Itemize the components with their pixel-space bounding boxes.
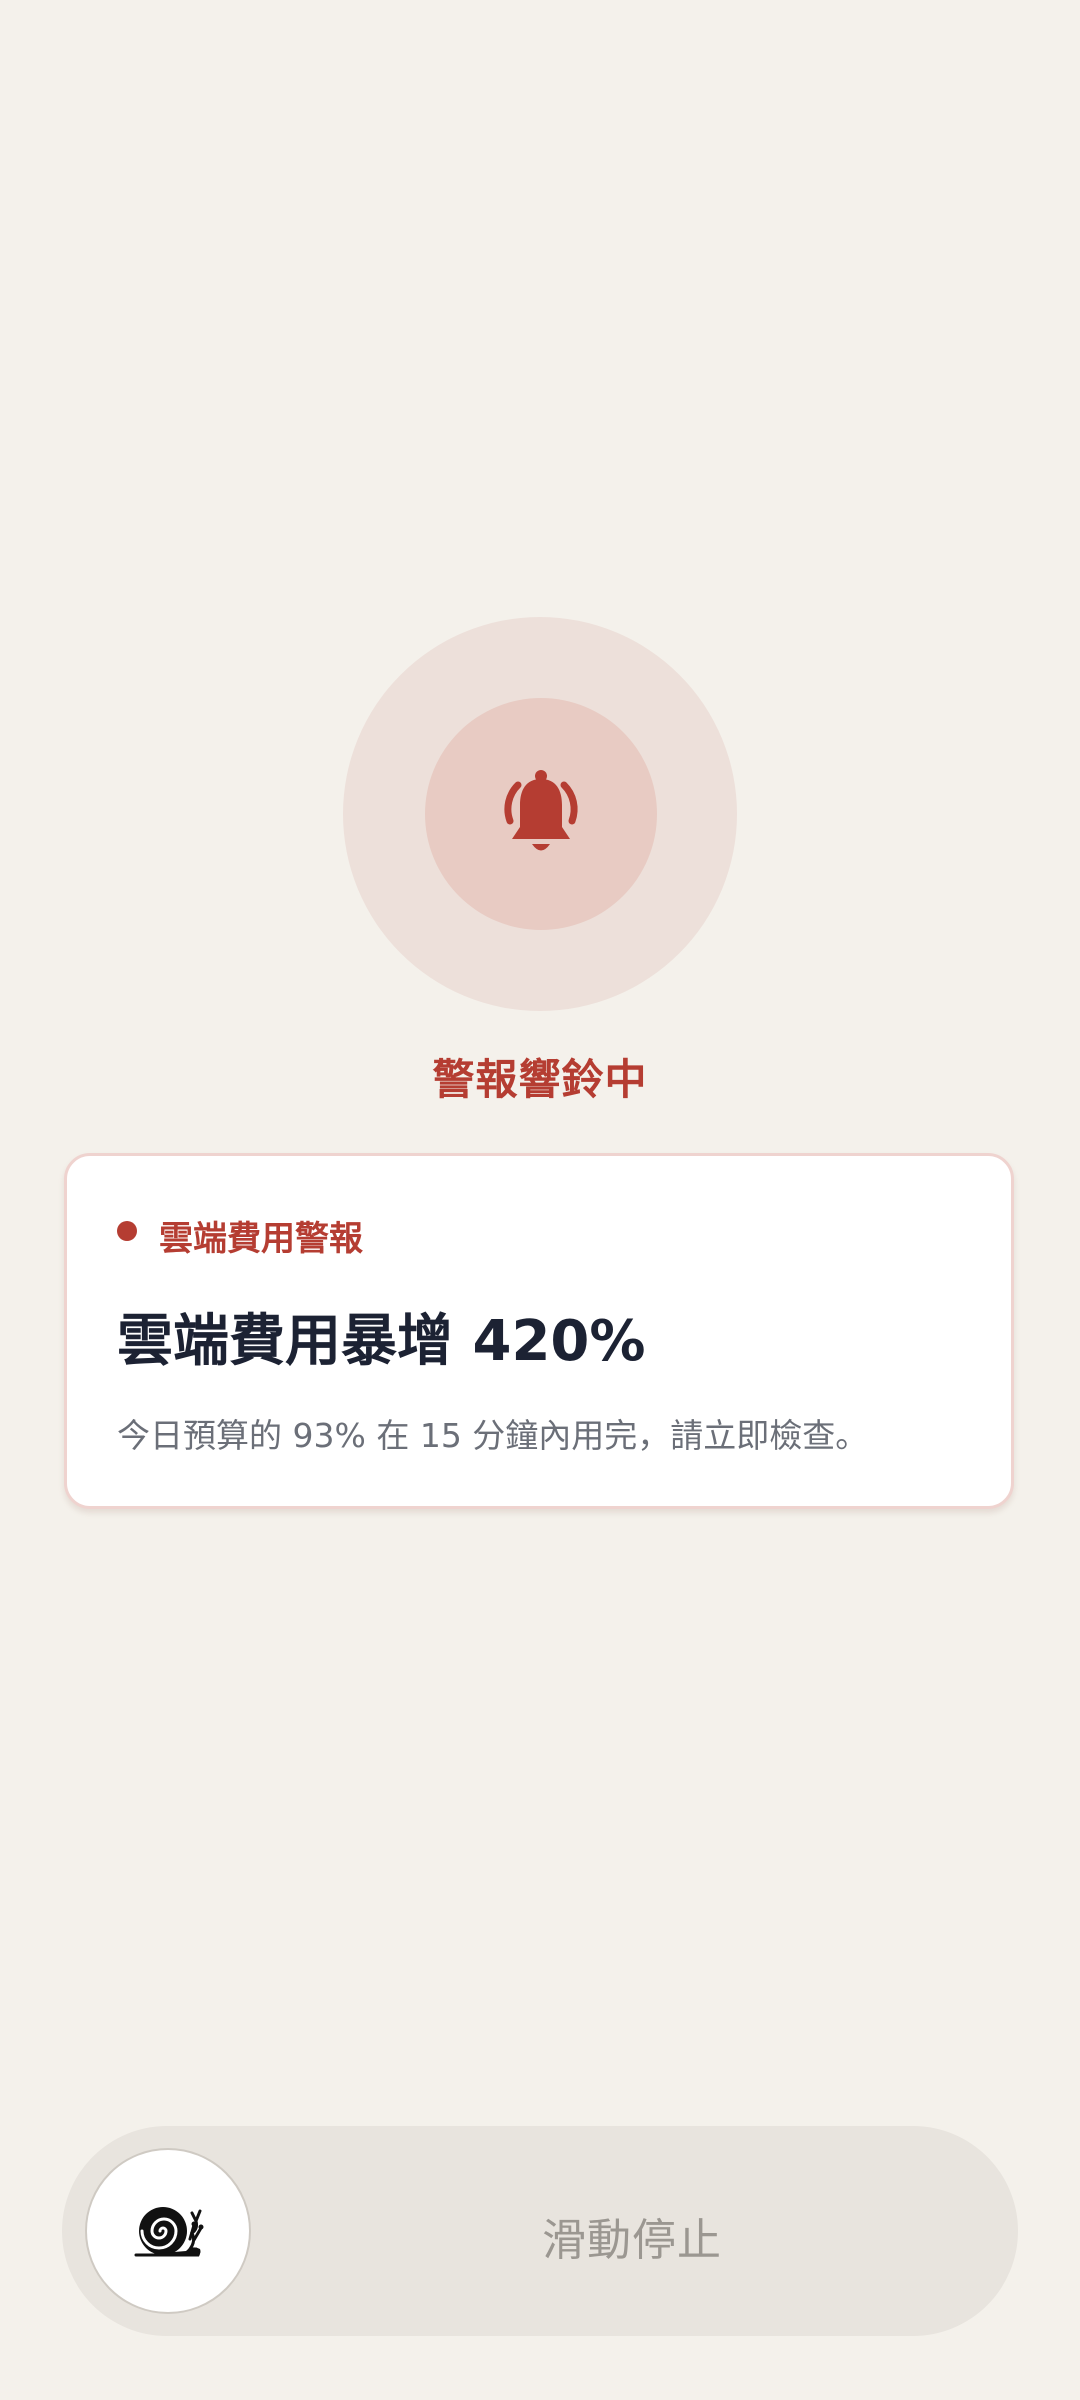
slide-to-stop-knob[interactable] [85,2148,251,2314]
snail-icon [134,2207,204,2257]
slide-to-stop-track[interactable]: 滑動停止 [62,2126,1018,2336]
alert-card: 雲端費用警報 雲端費用暴增 420% 今日預算的 93% 在 15 分鐘內用完，… [64,1153,1014,1509]
alert-category-tag: 雲端費用警報 [159,1219,363,1259]
alert-description: 今日預算的 93% 在 15 分鐘內用完，請立即檢查。 [117,1416,869,1455]
alarm-screen: { "alarm": { "status_label": "警報響鈴中", "i… [0,0,1080,2400]
alert-status-dot [117,1221,137,1241]
alert-title: 雲端費用暴增 420% [117,1309,646,1374]
alarm-status-label: 警報響鈴中 [432,1055,648,1104]
bell-ringing-icon [504,770,578,851]
slide-to-stop-label: 滑動停止 [542,2215,722,2266]
